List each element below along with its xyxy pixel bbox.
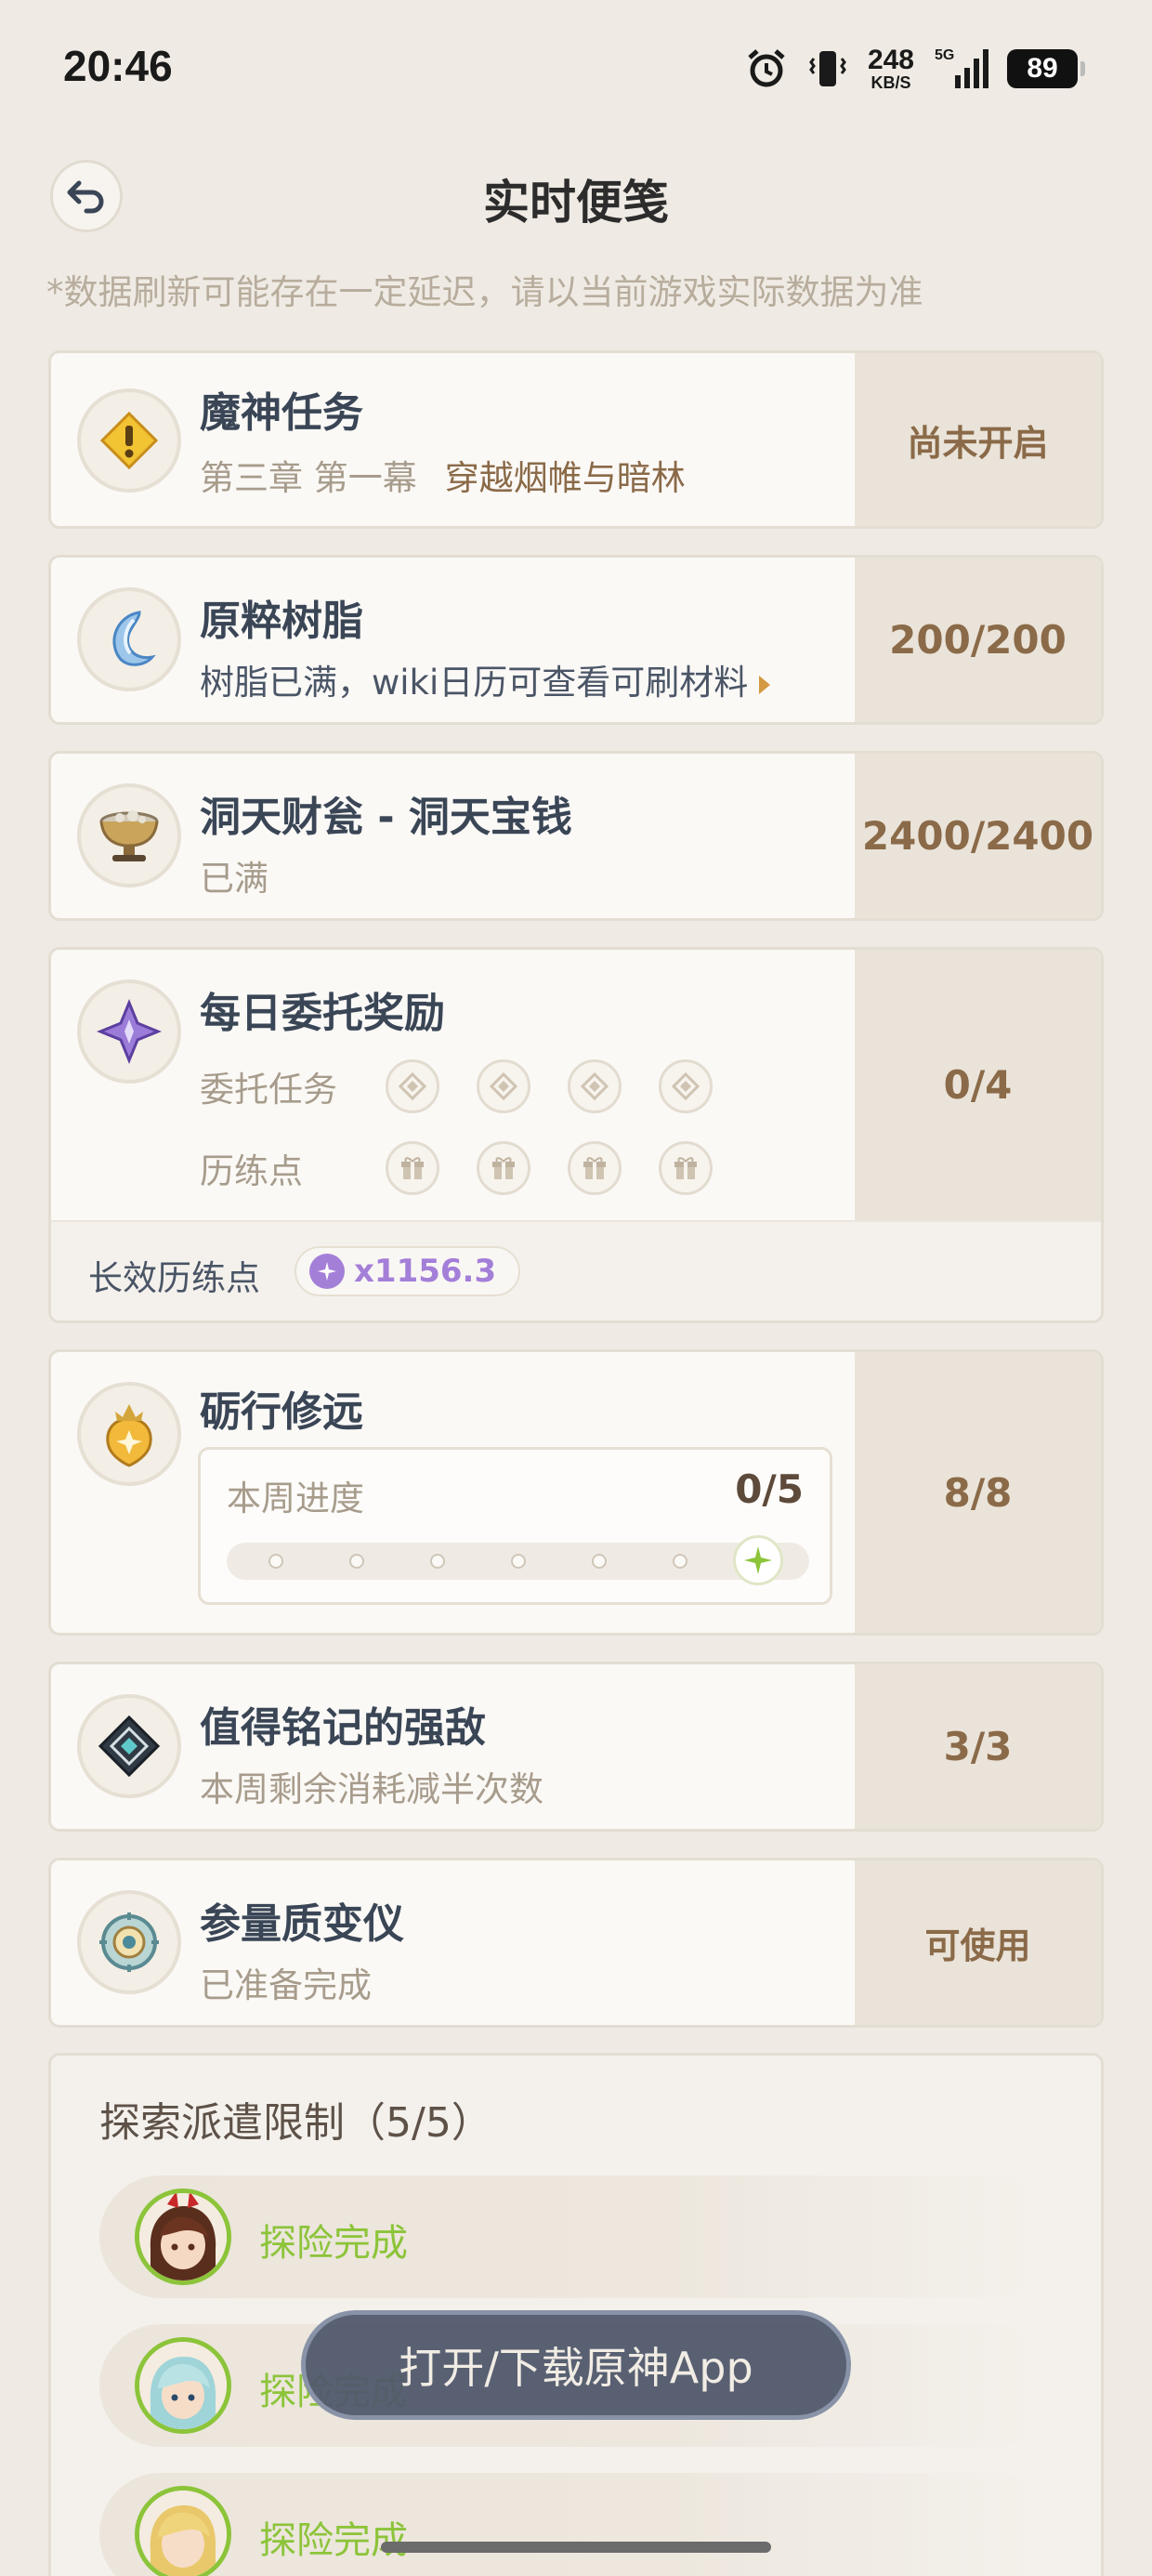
commission-points-label: 历练点 xyxy=(200,1151,303,1191)
weekly-boss-card[interactable]: 值得铭记的强敌 本周剩余消耗减半次数 3/3 xyxy=(48,1662,1104,1832)
progress-dot xyxy=(673,1554,687,1569)
resin-value: 200/200 xyxy=(855,558,1101,722)
commission-points-row: 历练点 xyxy=(200,1141,750,1195)
weekly-title: 砺行修远 xyxy=(200,1388,363,1436)
commission-task-icon xyxy=(568,1059,622,1113)
commission-task-icon xyxy=(659,1059,713,1113)
status-time: 20:46 xyxy=(63,42,173,90)
progress-dot xyxy=(592,1554,607,1569)
commission-tasks-row: 委托任务 xyxy=(200,1059,750,1113)
character-avatar xyxy=(135,2486,231,2576)
resin-card[interactable]: 原粹树脂 树脂已满，wiki日历可查看可刷材料 200/200 xyxy=(48,555,1104,725)
long-term-points-label: 长效历练点 xyxy=(88,1258,260,1298)
resin-subtitle: 树脂已满，wiki日历可查看可刷材料 xyxy=(200,663,749,703)
daily-commission-card[interactable]: 每日委托奖励 委托任务 历练点 0/4 长效历练点 x1156.3 xyxy=(48,947,1104,1323)
resin-wiki-link[interactable]: 树脂已满，wiki日历可查看可刷材料 xyxy=(200,654,771,704)
commission-icon xyxy=(77,979,181,1084)
commission-tasks-label: 委托任务 xyxy=(200,1070,337,1110)
data-delay-notice: *数据刷新可能存在一定延迟，请以当前游戏实际数据为准 xyxy=(46,272,923,312)
character-avatar xyxy=(135,2188,231,2285)
weekly-boss-icon xyxy=(77,1694,181,1798)
archon-quest-chapter: 第三章 第一幕 穿越烟帷与暗林 xyxy=(200,450,686,500)
weekly-boss-value: 3/3 xyxy=(855,1664,1101,1829)
realm-currency-card[interactable]: 洞天财瓮 - 洞天宝钱 已满 2400/2400 xyxy=(48,751,1104,921)
transformer-icon xyxy=(77,1890,181,1994)
weekly-boss-subtitle: 本周剩余消耗减半次数 xyxy=(200,1769,543,1809)
progress-dot xyxy=(268,1554,283,1569)
weekly-progress-track xyxy=(227,1535,809,1585)
commission-task-icon xyxy=(477,1059,530,1113)
commission-task-icon xyxy=(386,1059,439,1113)
transformer-subtitle: 已准备完成 xyxy=(200,1965,372,2005)
realm-currency-value: 2400/2400 xyxy=(855,754,1101,918)
expedition-status: 探险完成 xyxy=(259,2519,408,2562)
transformer-status: 可使用 xyxy=(855,1860,1101,2025)
commission-value: 0/4 xyxy=(855,950,1101,1220)
gift-icon xyxy=(386,1141,439,1195)
signal-icon: 5G xyxy=(933,47,988,90)
battery-indicator: 89 xyxy=(1007,49,1085,88)
long-term-points-value: x1156.3 xyxy=(354,1253,497,1290)
realm-currency-title: 洞天财瓮 - 洞天宝钱 xyxy=(200,794,572,841)
status-icons: 248 KB/S 5G 89 xyxy=(745,41,1085,97)
long-term-points-bar: 长效历练点 x1156.3 xyxy=(51,1220,1101,1321)
sparkle-icon xyxy=(309,1254,345,1289)
progress-dot xyxy=(349,1554,364,1569)
archon-quest-card[interactable]: 魔神任务 第三章 第一幕 穿越烟帷与暗林 尚未开启 xyxy=(48,350,1104,529)
weekly-progress-box: 本周进度 0/5 xyxy=(198,1447,832,1605)
character-avatar xyxy=(135,2337,231,2434)
gift-icon xyxy=(659,1141,713,1195)
progress-dot xyxy=(511,1554,526,1569)
transformer-card[interactable]: 参量质变仪 已准备完成 可使用 xyxy=(48,1858,1104,2028)
progress-dot xyxy=(430,1554,445,1569)
quest-chapter: 第三章 第一幕 xyxy=(200,458,417,498)
weekly-progress-label: 本周进度 xyxy=(227,1479,364,1518)
alarm-icon xyxy=(745,47,788,90)
chevron-right-icon xyxy=(759,675,771,694)
star-reward-icon xyxy=(733,1535,783,1585)
gift-icon xyxy=(568,1141,622,1195)
open-app-button[interactable]: 打开/下载原神App xyxy=(301,2310,851,2420)
status-bar: 20:46 248 KB/S 5G 89 xyxy=(0,0,1152,139)
expedition-row[interactable]: 探险完成 xyxy=(99,2175,1056,2298)
page-title: 实时便笺 xyxy=(483,176,669,230)
resin-icon xyxy=(77,587,181,691)
expedition-title: 探索派遣限制（5/5） xyxy=(99,2099,492,2147)
archon-quest-status: 尚未开启 xyxy=(855,353,1101,526)
expedition-status: 探险完成 xyxy=(259,2222,408,2265)
home-indicator[interactable] xyxy=(381,2542,771,2553)
expedition-row[interactable]: 探险完成 xyxy=(99,2473,1056,2576)
commission-title: 每日委托奖励 xyxy=(200,990,445,1037)
realm-currency-icon xyxy=(77,783,181,887)
weekly-boss-title: 值得铭记的强敌 xyxy=(200,1704,486,1752)
long-term-points-badge: x1156.3 xyxy=(295,1246,521,1296)
network-speed: 248 KB/S xyxy=(867,45,914,92)
quest-name: 穿越烟帷与暗林 xyxy=(444,458,686,498)
weekly-icon xyxy=(77,1382,181,1486)
gift-icon xyxy=(477,1141,530,1195)
transformer-title: 参量质变仪 xyxy=(200,1900,404,1948)
weekly-value: 8/8 xyxy=(855,1352,1101,1633)
archon-quest-title: 魔神任务 xyxy=(200,389,363,437)
realm-currency-subtitle: 已满 xyxy=(200,859,268,899)
weekly-progress-value: 0/5 xyxy=(735,1466,804,1512)
weekly-progress-card[interactable]: 砺行修远 本周进度 0/5 8/8 xyxy=(48,1349,1104,1636)
resin-title: 原粹树脂 xyxy=(200,598,363,645)
archon-quest-icon xyxy=(77,388,181,493)
vibrate-icon xyxy=(806,47,849,90)
